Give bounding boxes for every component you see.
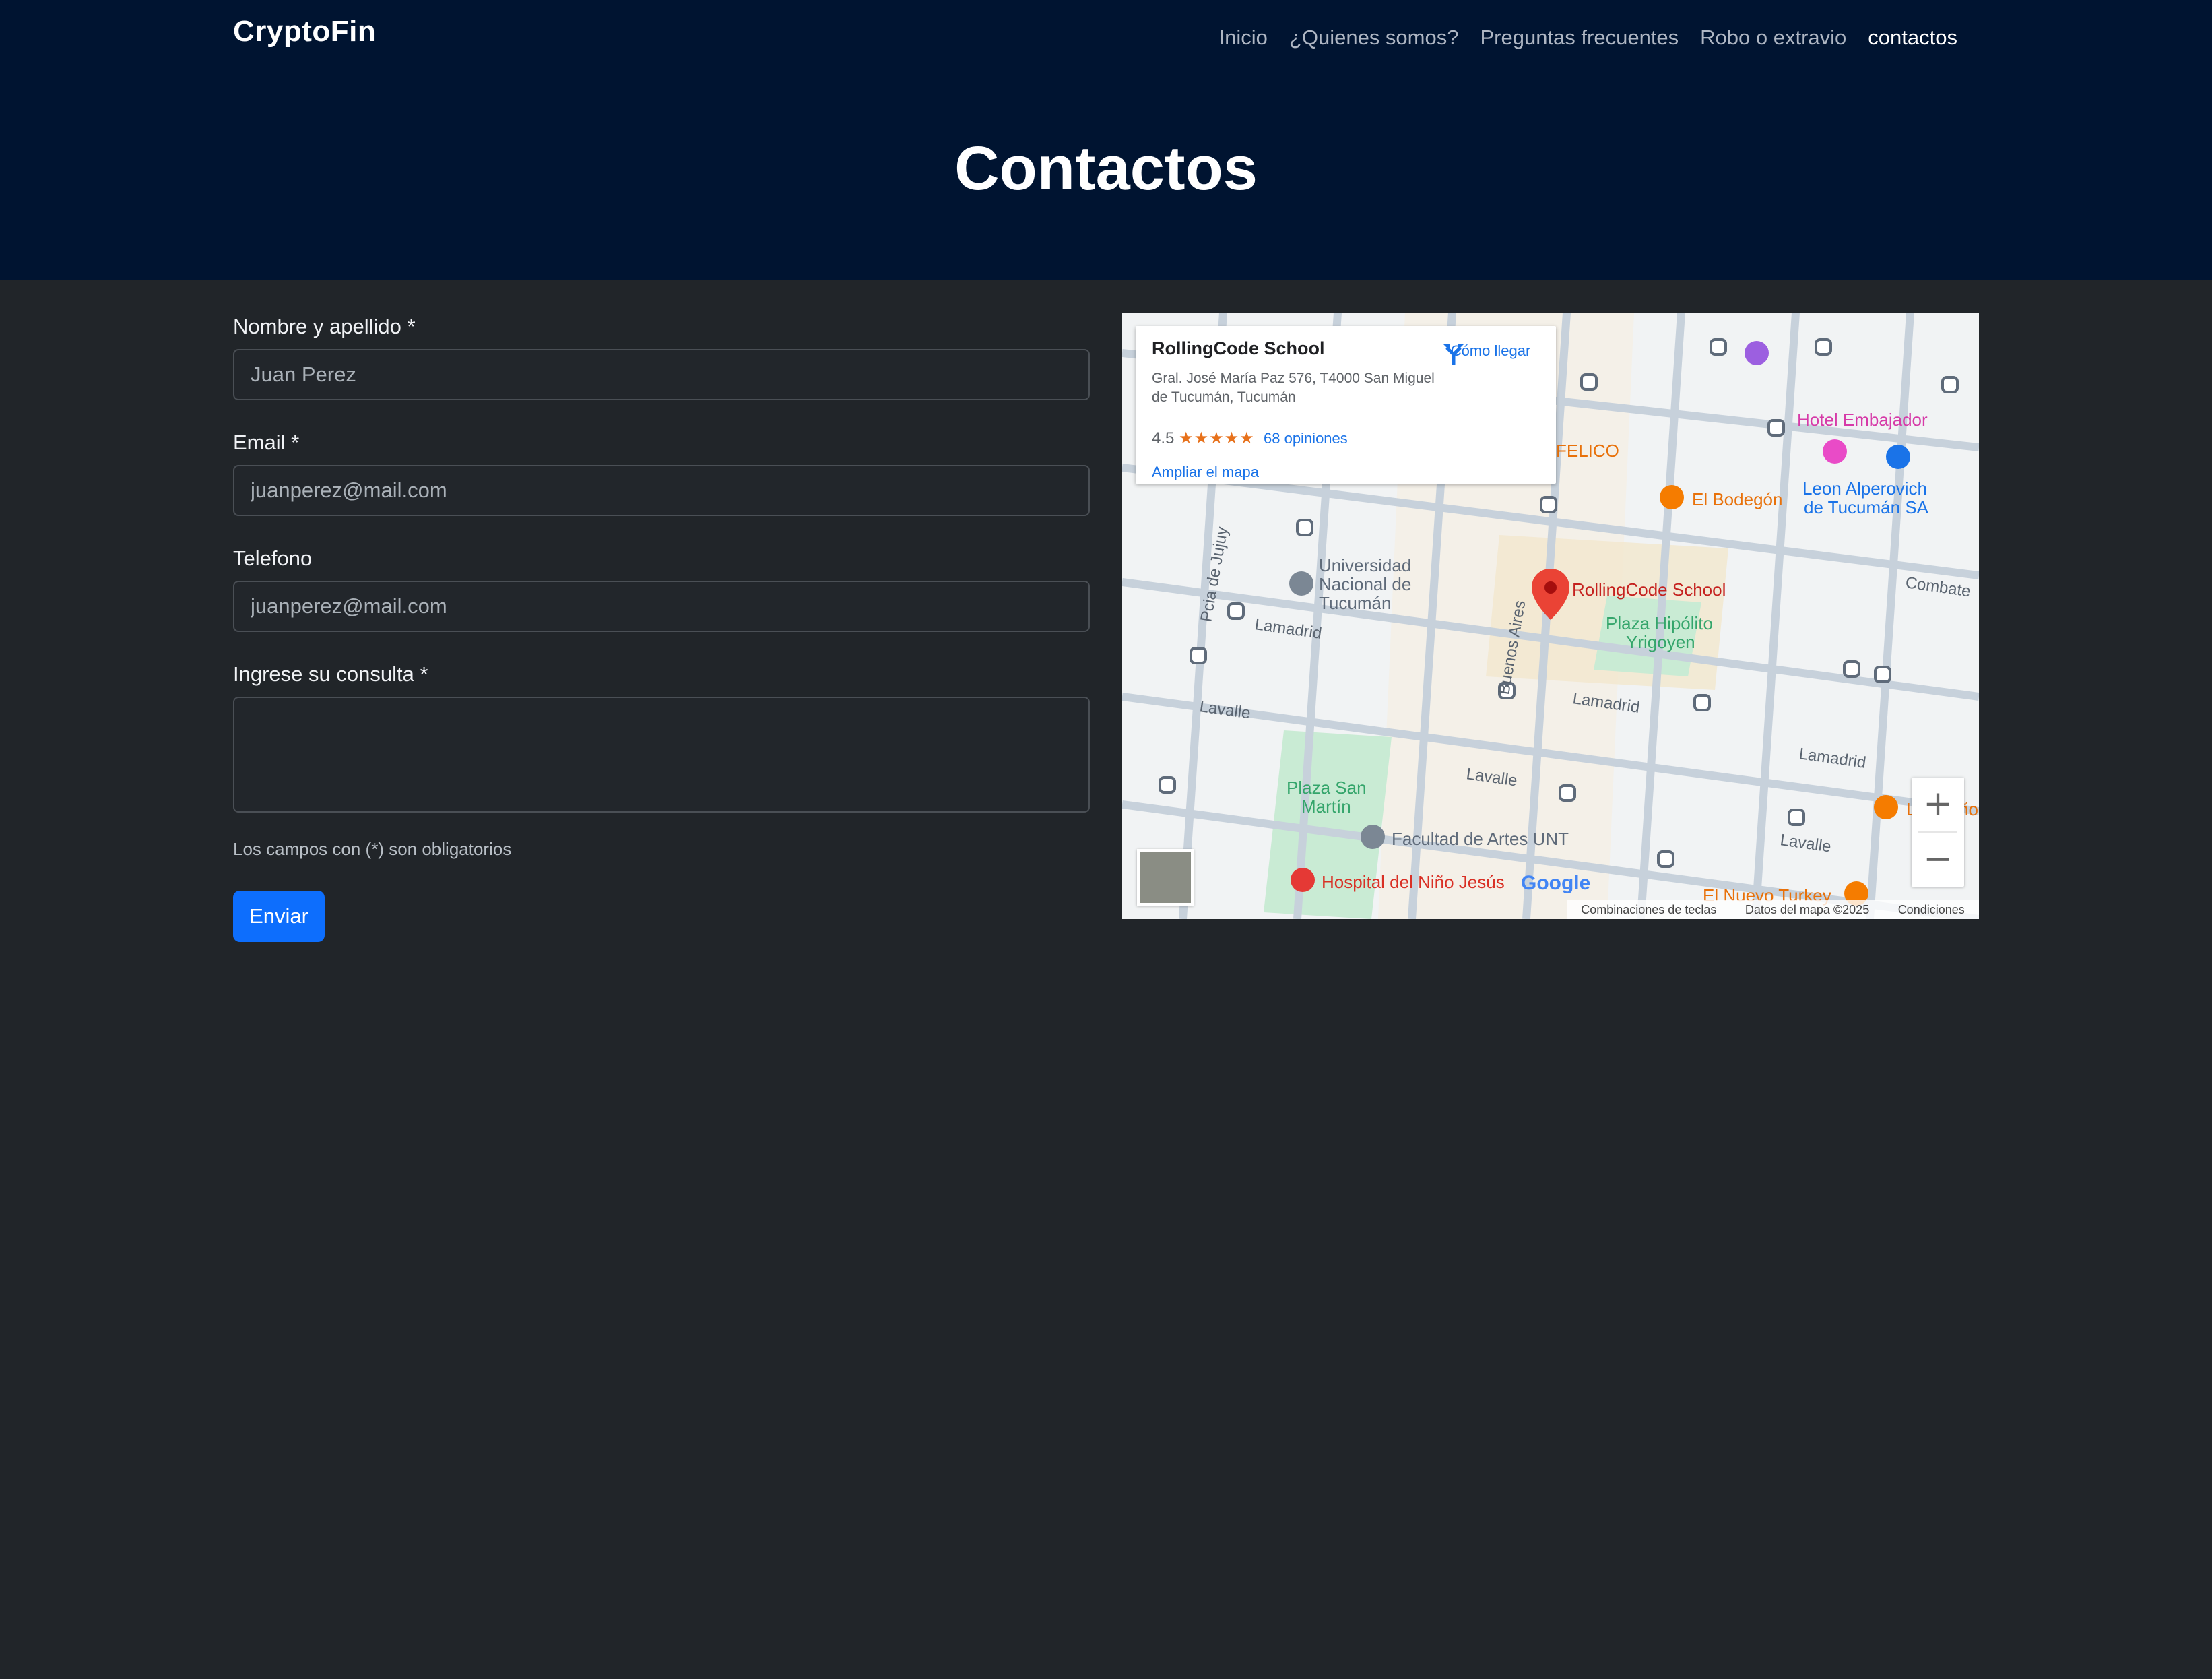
enlarge-map-link[interactable]: Ampliar el mapa [1152, 464, 1259, 481]
map-label-hotel: Hotel Embajador [1797, 410, 1928, 430]
main-nav: Inicio ¿Quienes somos? Preguntas frecuen… [1208, 23, 1968, 53]
map-label-univ1: Universidad [1319, 555, 1411, 575]
map-label-plaza-h2: Yrigoyen [1626, 632, 1695, 652]
terms-link[interactable]: Condiciones [1898, 903, 1965, 917]
directions-icon [1443, 344, 1464, 365]
embedded-map[interactable]: RollingCode School FELICO El Bodegón Hot… [1122, 313, 1979, 919]
map-label-plaza-h1: Plaza Hipólito [1606, 613, 1713, 633]
zoom-in-button[interactable]: + [1912, 778, 1964, 831]
map-footer: Combinaciones de teclas Datos del mapa ©… [1567, 900, 1979, 919]
map-label-hospital: Hospital del Niño Jesús [1322, 872, 1505, 892]
query-textarea[interactable] [233, 697, 1090, 813]
name-input[interactable] [233, 349, 1090, 400]
map-label-artes: Facultad de Artes UNT [1392, 829, 1569, 849]
email-input[interactable] [233, 465, 1090, 516]
rating-stars-icon: ★★★★★ [1179, 429, 1255, 447]
map-label-plaza-sm2: Martín [1301, 796, 1351, 817]
map-label-leon2: de Tucumán SA [1804, 497, 1929, 517]
map-info-card: RollingCode School Gral. José María Paz … [1136, 326, 1556, 484]
map-rating: 4.5 ★★★★★ [1152, 429, 1255, 448]
nav-link-contactos[interactable]: contactos [1857, 23, 1968, 53]
name-label: Nombre y apellido * [233, 315, 416, 338]
map-label-leon: Leon Alperovich [1802, 478, 1927, 499]
submit-button[interactable]: Enviar [233, 891, 325, 942]
nav-link-inicio[interactable]: Inicio [1208, 23, 1278, 53]
email-label: Email * [233, 431, 300, 454]
map-label-univ2: Nacional de [1319, 574, 1411, 594]
rating-value: 4.5 [1152, 429, 1175, 447]
map-data-attribution: Datos del mapa ©2025 [1745, 902, 1870, 916]
page-title: Contactos [954, 134, 1258, 203]
contact-form: Nombre y apellido * Email * Telefono Ing… [233, 310, 1090, 942]
directions-button[interactable]: Cómo llegar [1440, 340, 1541, 365]
nav-link-preguntas[interactable]: Preguntas frecuentes [1469, 23, 1689, 53]
brand-logo[interactable]: CryptoFin [233, 15, 376, 49]
required-note: Los campos con (*) son obligatorios [233, 839, 512, 859]
nav-link-robo[interactable]: Robo o extravio [1689, 23, 1857, 53]
zoom-control: + − [1912, 778, 1964, 887]
map-label-univ3: Tucumán [1319, 593, 1391, 613]
query-label: Ingrese su consulta * [233, 662, 428, 686]
reviews-link[interactable]: 68 opiniones [1264, 430, 1348, 447]
phone-label: Telefono [233, 546, 313, 570]
header: CryptoFin Inicio ¿Quienes somos? Pregunt… [0, 0, 2212, 280]
zoom-out-button[interactable]: − [1912, 833, 1964, 887]
phone-input[interactable] [233, 581, 1090, 632]
map-label-plaza-sm1: Plaza San [1287, 778, 1367, 798]
satellite-toggle[interactable] [1137, 849, 1194, 906]
map-place-address: Gral. José María Paz 576, T4000 San Migu… [1152, 371, 1435, 405]
map-label-rolling: RollingCode School [1572, 579, 1726, 600]
keyboard-shortcuts-link[interactable]: Combinaciones de teclas [1581, 903, 1716, 917]
map-place-title: RollingCode School [1152, 338, 1325, 358]
map-label-bodegon: El Bodegón [1692, 489, 1782, 509]
nav-link-quienes-somos[interactable]: ¿Quienes somos? [1278, 23, 1470, 53]
google-logo: Google [1521, 872, 1591, 894]
map-label-felico: FELICO [1556, 441, 1619, 461]
